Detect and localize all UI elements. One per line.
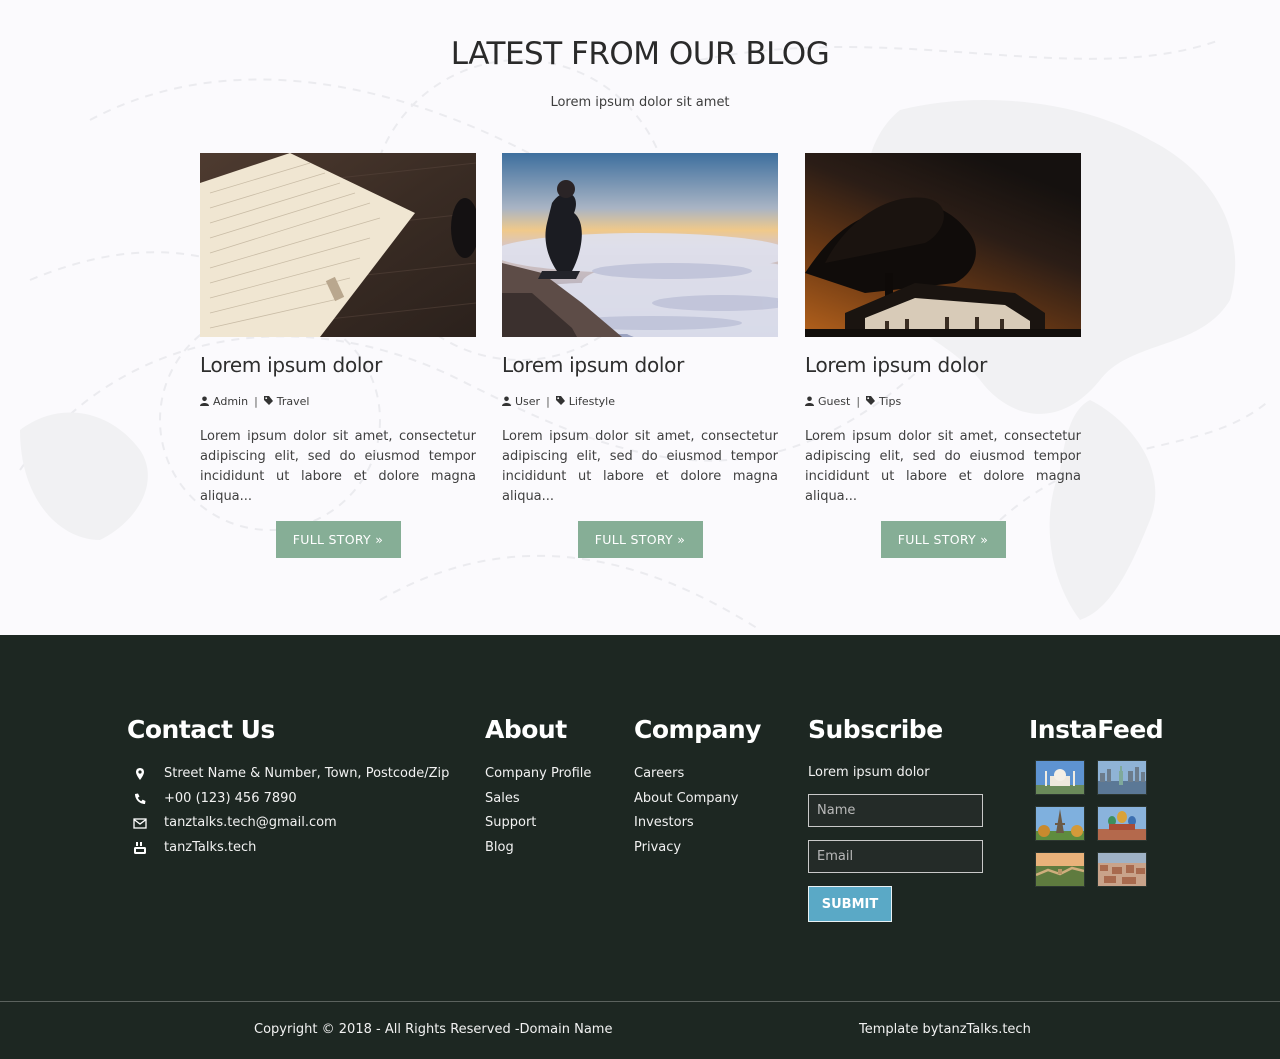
- meta-separator: |: [254, 394, 258, 408]
- company-links: Careers About Company Investors Privacy: [634, 765, 761, 864]
- section-subtitle: Lorem ipsum dolor sit amet: [550, 95, 730, 110]
- blog-card: Lorem ipsum dolor Guest | Tips Lorem ips…: [805, 153, 1081, 558]
- footer-subscribe-column: Subscribe Lorem ipsum dolor SUBMIT: [808, 715, 983, 922]
- full-story-button[interactable]: FULL STORY »: [275, 521, 401, 558]
- footer-heading-about: About: [485, 715, 567, 744]
- subscribe-email-input[interactable]: [808, 840, 983, 873]
- blog-card-author[interactable]: Guest: [818, 395, 850, 408]
- subscribe-name-input[interactable]: [808, 794, 983, 827]
- blog-card-excerpt: Lorem ipsum dolor sit amet, consectetur …: [502, 429, 778, 504]
- blog-card-category[interactable]: Travel: [277, 395, 310, 408]
- footer-heading-contact: Contact Us: [127, 715, 275, 744]
- footer-link-investors[interactable]: Investors: [634, 814, 761, 839]
- city-aerial-thumb: [1098, 853, 1146, 886]
- blog-card: Lorem ipsum dolor User | Lifestyle Lorem…: [502, 153, 778, 558]
- meta-separator: |: [546, 394, 550, 408]
- tag-icon: [263, 396, 273, 405]
- instafeed-thumb[interactable]: [1098, 761, 1146, 794]
- phone-icon: [135, 793, 146, 804]
- instafeed-thumb[interactable]: [1036, 761, 1084, 794]
- st-basil-cathedral-thumb: [1098, 807, 1146, 840]
- contact-phone: +00 (123) 456 7890: [127, 790, 449, 815]
- blog-card-meta: Admin | Travel: [200, 394, 476, 408]
- location-pin-icon: [136, 768, 144, 780]
- template-credit[interactable]: Template bytanzTalks.tech: [859, 1022, 1031, 1037]
- statue-of-liberty-thumb: [1098, 761, 1146, 794]
- tag-icon: [866, 396, 876, 405]
- great-wall-thumb: [1036, 853, 1084, 886]
- blog-card-image[interactable]: [805, 153, 1081, 337]
- footer-link-company-profile[interactable]: Company Profile: [485, 765, 591, 790]
- full-story-button[interactable]: FULL STORY »: [577, 521, 703, 558]
- section-title: LATEST FROM OUR BLOG: [450, 36, 830, 72]
- blog-card-excerpt: Lorem ipsum dolor sit amet, consectetur …: [200, 429, 476, 504]
- footer-heading-company: Company: [634, 715, 761, 744]
- about-links: Company Profile Sales Support Blog: [485, 765, 591, 864]
- copyright-text: Copyright © 2018 - All Rights Reserved -…: [254, 1022, 613, 1037]
- blog-card-meta: Guest | Tips: [805, 394, 1081, 408]
- notebook-photo: [200, 153, 476, 337]
- user-icon: [502, 396, 511, 406]
- instafeed-thumb[interactable]: [1036, 853, 1084, 886]
- contact-email: tanztalks.tech@gmail.com: [127, 814, 449, 839]
- footer-link-support[interactable]: Support: [485, 814, 591, 839]
- user-icon: [805, 396, 814, 406]
- contact-address: Street Name & Number, Town, Postcode/Zip: [127, 765, 449, 790]
- blog-card-meta: User | Lifestyle: [502, 394, 778, 408]
- blog-card-category[interactable]: Lifestyle: [569, 395, 615, 408]
- night-tree-church-photo: [805, 153, 1081, 337]
- contact-list: Street Name & Number, Town, Postcode/Zip…: [127, 765, 449, 864]
- meta-separator: |: [856, 394, 861, 408]
- taj-mahal-thumb: [1036, 761, 1084, 794]
- instafeed-grid: [1036, 761, 1163, 886]
- blog-card-author[interactable]: Admin: [213, 395, 248, 408]
- blog-card-category[interactable]: Tips: [879, 395, 901, 408]
- footer-contact-column: Contact Us Street Name & Number, Town, P…: [127, 715, 449, 864]
- user-icon: [200, 396, 209, 406]
- instafeed-thumb[interactable]: [1098, 853, 1146, 886]
- footer-divider: [0, 1001, 1280, 1002]
- footer-about-column: About Company Profile Sales Support Blog: [485, 715, 591, 864]
- footer-link-sales[interactable]: Sales: [485, 790, 591, 815]
- site-footer: Contact Us Street Name & Number, Town, P…: [0, 635, 1280, 1059]
- footer-link-about-company[interactable]: About Company: [634, 790, 761, 815]
- blog-card-excerpt: Lorem ipsum dolor sit amet, consectetur …: [805, 429, 1081, 504]
- contact-youtube: tanzTalks.tech: [127, 839, 449, 864]
- footer-link-privacy[interactable]: Privacy: [634, 839, 761, 864]
- blog-card-image[interactable]: [502, 153, 778, 337]
- blog-card-title[interactable]: Lorem ipsum dolor: [805, 353, 1081, 377]
- footer-instafeed-column: InstaFeed: [1029, 715, 1164, 886]
- blog-card-author[interactable]: User: [515, 395, 540, 408]
- instafeed-thumb[interactable]: [1098, 807, 1146, 840]
- blog-card-title[interactable]: Lorem ipsum dolor: [502, 353, 778, 377]
- footer-heading-instafeed: InstaFeed: [1029, 715, 1164, 744]
- blog-card-image[interactable]: [200, 153, 476, 337]
- eiffel-tower-thumb: [1036, 807, 1084, 840]
- subscribe-text: Lorem ipsum dolor: [808, 765, 930, 780]
- envelope-icon: [133, 818, 147, 830]
- footer-link-blog[interactable]: Blog: [485, 839, 591, 864]
- blog-card-title[interactable]: Lorem ipsum dolor: [200, 353, 476, 377]
- instafeed-thumb[interactable]: [1036, 807, 1084, 840]
- footer-company-column: Company Careers About Company Investors …: [634, 715, 761, 864]
- footer-link-careers[interactable]: Careers: [634, 765, 761, 790]
- youtube-icon: [134, 842, 146, 855]
- blog-section: LATEST FROM OUR BLOG Lorem ipsum dolor s…: [0, 0, 1280, 635]
- tag-icon: [555, 396, 565, 405]
- mountain-clouds-photo: [502, 153, 778, 337]
- full-story-button[interactable]: FULL STORY »: [880, 521, 1006, 558]
- footer-heading-subscribe: Subscribe: [808, 715, 943, 744]
- submit-button[interactable]: SUBMIT: [808, 886, 892, 922]
- blog-card: Lorem ipsum dolor Admin | Travel Lorem i…: [200, 153, 476, 558]
